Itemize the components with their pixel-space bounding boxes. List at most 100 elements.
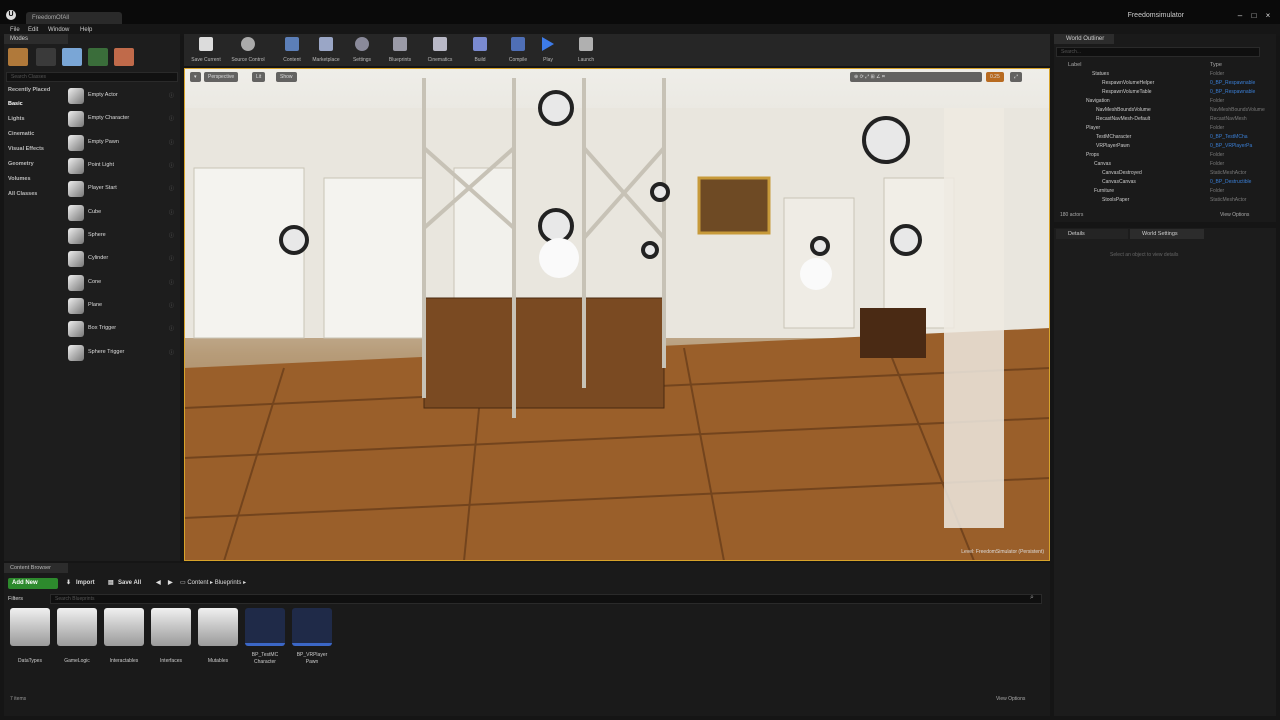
close-icon[interactable]: × <box>1262 11 1274 21</box>
tab-details[interactable]: Details <box>1056 229 1128 239</box>
category-all-classes[interactable]: All Classes <box>8 191 37 197</box>
outliner-row[interactable]: RespawnVolumeTable 0_BP_Respawnable <box>1056 88 1266 97</box>
folder-datatypes[interactable]: DataTypes <box>8 608 52 670</box>
outliner-row[interactable]: NavMeshBoundsVolume NavMeshBoundsVolume <box>1056 106 1266 115</box>
box-trigger-icon <box>68 321 84 337</box>
filters-button[interactable]: Filters <box>8 594 48 604</box>
asset-search-input[interactable]: Search Blueprints <box>50 594 1042 604</box>
cone-icon <box>68 275 84 291</box>
asset-bp-vrplayer-pawn[interactable]: BP_VRPlayer Pawn <box>290 608 334 670</box>
outliner-search-input[interactable]: Search... <box>1056 47 1260 57</box>
add-new-button[interactable]: Add New <box>8 578 58 589</box>
col-label-header[interactable]: Label <box>1068 62 1081 68</box>
asset-bp-testmc-character[interactable]: BP_TestMC Character <box>243 608 287 670</box>
place-item-cone[interactable]: Cone ⓘ <box>66 273 178 293</box>
place-item-empty-pawn[interactable]: Empty Pawn ⓘ <box>66 133 178 153</box>
modes-tab[interactable]: Modes <box>4 34 68 44</box>
outliner-row[interactable]: StoolsPaper StaticMeshActor <box>1056 196 1266 205</box>
outliner-row[interactable]: TestMCharacter 0_BP_TestMCha <box>1056 133 1266 142</box>
category-recently-placed[interactable]: Recently Placed <box>8 87 50 93</box>
sphere-icon <box>68 228 84 244</box>
outliner-row[interactable]: RecastNavMesh-Default RecastNavMesh <box>1056 115 1266 124</box>
col-type-header[interactable]: Type <box>1210 62 1222 68</box>
compile-icon <box>511 37 525 51</box>
place-item-cylinder[interactable]: Cylinder ⓘ <box>66 249 178 269</box>
build-button[interactable]: Build <box>460 36 500 64</box>
folder-gamelogic[interactable]: GameLogic <box>55 608 99 670</box>
outliner-view-options[interactable]: View Options <box>1220 212 1249 218</box>
category-lights[interactable]: Lights <box>8 116 25 122</box>
history-back-icon[interactable]: ◀ <box>156 578 161 589</box>
save-icon: ▤ <box>108 580 114 586</box>
save-current-button[interactable]: Save Current <box>186 36 226 64</box>
breadcrumb-blueprints[interactable]: Blueprints <box>215 580 242 586</box>
player-start-icon <box>68 181 84 197</box>
place-item-plane[interactable]: Plane ⓘ <box>66 296 178 316</box>
outliner-row[interactable]: Player Folder <box>1056 124 1266 133</box>
cylinder-icon <box>68 251 84 267</box>
outliner-row[interactable]: CanvasCanvas 0_BP_Destructible <box>1056 178 1266 187</box>
landscape-mode-icon[interactable] <box>62 48 82 66</box>
place-item-player-start[interactable]: Player Start ⓘ <box>66 179 178 199</box>
place-item-box-trigger[interactable]: Box Trigger ⓘ <box>66 319 178 339</box>
outliner-row[interactable]: VRPlayerPawn 0_BP_VRPlayerPa <box>1056 142 1266 151</box>
show-button[interactable]: Show <box>276 72 297 82</box>
place-item-empty-actor[interactable]: Empty Actor ⓘ <box>66 86 178 106</box>
details-empty-text: Select an object to view details <box>1110 252 1179 258</box>
viewport-menu-button[interactable]: ▾ <box>190 72 201 82</box>
category-volumes[interactable]: Volumes <box>8 176 31 182</box>
source-control-button[interactable]: Source Control <box>228 36 268 64</box>
cinematics-button[interactable]: Cinematics <box>420 36 460 64</box>
tab-world-settings[interactable]: World Settings <box>1130 229 1204 239</box>
paint-mode-icon[interactable] <box>36 48 56 66</box>
save-all-button[interactable]: Save All <box>118 578 141 589</box>
outliner-row[interactable]: RespawnVolumeHelper 0_BP_Respawnable <box>1056 79 1266 88</box>
lit-button[interactable]: Lit <box>252 72 266 82</box>
outliner-row[interactable]: Props Folder <box>1056 151 1266 160</box>
minimize-icon[interactable]: – <box>1234 11 1246 21</box>
folder-icon <box>104 608 144 646</box>
content-view-options[interactable]: View Options <box>996 696 1025 702</box>
maximize-viewport-icon[interactable]: ⤢ <box>1010 72 1023 82</box>
history-forward-icon[interactable]: ▶ <box>168 578 173 589</box>
settings-button[interactable]: Settings <box>342 36 382 64</box>
folder-interactables[interactable]: Interactables <box>102 608 146 670</box>
place-item-sphere-trigger[interactable]: Sphere Trigger ⓘ <box>66 343 178 363</box>
play-button[interactable]: Play <box>528 36 568 64</box>
geometry-mode-icon[interactable] <box>114 48 134 66</box>
sphere-icon <box>68 88 84 104</box>
world-outliner-tab[interactable]: World Outliner <box>1054 34 1114 44</box>
category-basic[interactable]: Basic <box>8 101 23 107</box>
pawn-icon <box>68 135 84 151</box>
outliner-row[interactable]: Furniture Folder <box>1056 187 1266 196</box>
class-search-input[interactable]: Search Classes <box>6 72 178 82</box>
place-mode-icon[interactable] <box>8 48 28 66</box>
perspective-button[interactable]: Perspective <box>204 72 239 82</box>
foliage-mode-icon[interactable] <box>88 48 108 66</box>
place-item-sphere[interactable]: Sphere ⓘ <box>66 226 178 246</box>
level-viewport[interactable] <box>184 68 1050 561</box>
camera-speed[interactable]: 0.25 <box>986 72 1004 82</box>
category-cinematic[interactable]: Cinematic <box>8 131 34 137</box>
marketplace-button[interactable]: Marketplace <box>306 36 346 64</box>
outliner-row[interactable]: Statues Folder <box>1056 70 1266 79</box>
folder-mutables[interactable]: Mutables <box>196 608 240 670</box>
category-visual-effects[interactable]: Visual Effects <box>8 146 44 152</box>
outliner-row[interactable]: Canvas Folder <box>1056 160 1266 169</box>
launch-button[interactable]: Launch <box>566 36 606 64</box>
content-browser-tab[interactable]: Content Browser <box>4 563 68 573</box>
outliner-row[interactable]: CanvasDestroyed StaticMeshActor <box>1056 169 1266 178</box>
breadcrumb-content[interactable]: Content <box>187 580 208 586</box>
transform-tools[interactable]: ⊕ ⟳ ⤢ ⊞ ∠ ⌗ <box>850 72 982 82</box>
source-control-icon <box>241 37 255 51</box>
blueprints-button[interactable]: Blueprints <box>380 36 420 64</box>
category-geometry[interactable]: Geometry <box>8 161 34 167</box>
maximize-icon[interactable]: □ <box>1248 11 1260 21</box>
outliner-row[interactable]: Navigation Folder <box>1056 97 1266 106</box>
document-tab[interactable]: FreedomOfAll <box>26 12 122 24</box>
folder-interfaces[interactable]: Interfaces <box>149 608 193 670</box>
import-button[interactable]: Import <box>76 578 95 589</box>
place-item-cube[interactable]: Cube ⓘ <box>66 203 178 223</box>
place-item-empty-character[interactable]: Empty Character ⓘ <box>66 109 178 129</box>
place-item-point-light[interactable]: Point Light ⓘ <box>66 156 178 176</box>
